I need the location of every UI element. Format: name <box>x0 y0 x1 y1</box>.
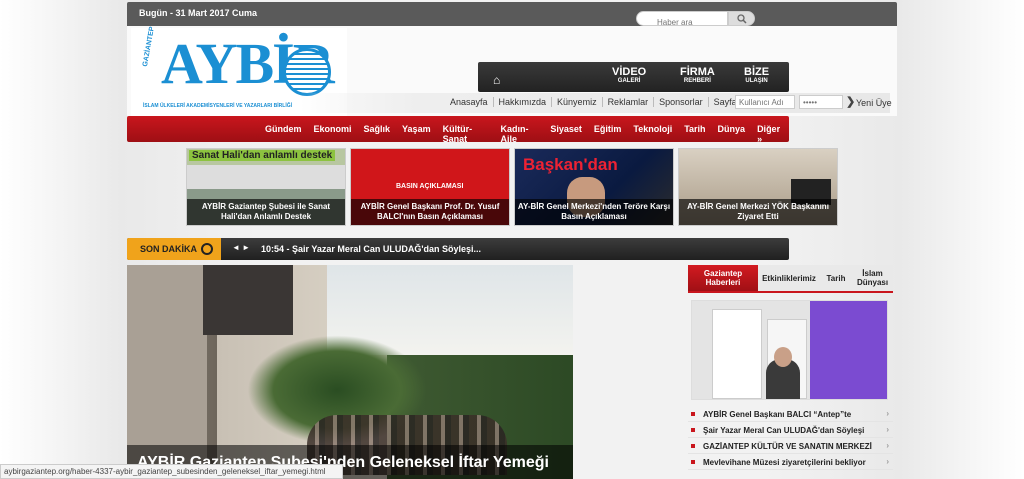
link-reklamlar[interactable]: Reklamlar <box>603 97 655 107</box>
featured-story-1[interactable]: Sanat Hali'dan anlamlı destek AYBİR Gazi… <box>186 148 346 226</box>
firm-guide-line2: REHBERİ <box>683 78 711 84</box>
home-icon[interactable]: ⌂ <box>493 73 500 87</box>
password-input[interactable] <box>799 95 843 109</box>
breaking-headline[interactable]: 10:54 - Şair Yazar Meral Can ULUDAĞ'dan … <box>261 244 481 254</box>
quick-nav: ⌂ VİDEO GALERİ FİRMA REHBERİ BİZE ULAŞIN <box>478 62 789 92</box>
main-photo-balcony <box>203 265 293 335</box>
cat-gundem[interactable]: Gündem <box>259 124 308 144</box>
tab-tarih[interactable]: Tarih <box>820 265 852 293</box>
featured-story-4[interactable]: AY-BİR Genel Merkezi YÖK Başkanını Ziyar… <box>678 148 838 226</box>
list-item[interactable]: GAZİANTEP KÜLTÜR VE SANATIN MERKEZİ › <box>688 438 893 454</box>
backdrop <box>810 301 887 399</box>
tab-gaziantep-haberleri[interactable]: Gaziantep Haberleri <box>688 265 758 293</box>
sidebar-tabs: Gaziantep Haberleri Etkinliklerimiz Tari… <box>688 265 893 293</box>
featured-3-header: Başkan'dan <box>523 155 618 174</box>
list-item-title: Mevlevihane Müzesi ziyaretçilerini bekli… <box>703 458 866 467</box>
current-date: Bugün - 31 Mart 2017 Cuma <box>139 8 258 18</box>
sidebar-news-list: AYBİR Genel Başkanı BALCI “Antep”te › Şai… <box>688 406 893 470</box>
featured-4-caption: AY-BİR Genel Merkezi YÖK Başkanını Ziyar… <box>679 199 837 225</box>
top-bar: Bugün - 31 Mart 2017 Cuma <box>127 2 897 26</box>
chevron-right-icon: › <box>886 457 889 466</box>
cat-kadin-aile[interactable]: Kadın-Aile <box>494 124 544 144</box>
new-user-link[interactable]: Yeni Üye <box>856 98 892 108</box>
featured-2-caption: AYBİR Genel Başkanı Prof. Dr. Yusuf BALC… <box>351 199 509 225</box>
chevron-right-icon: › <box>886 425 889 434</box>
cat-kultur-sanat[interactable]: Kültür-Sanat <box>437 124 495 144</box>
breaking-news-bar: SON DAKİKA ◄ ► 10:54 - Şair Yazar Meral … <box>127 238 789 260</box>
chevron-right-icon: › <box>886 441 889 450</box>
cat-yasam[interactable]: Yaşam <box>396 124 437 144</box>
video-gallery-line2: GALERİ <box>617 78 641 84</box>
clock-icon <box>201 243 213 255</box>
cat-siyaset[interactable]: Siyaset <box>544 124 588 144</box>
cat-teknoloji[interactable]: Teknoloji <box>627 124 678 144</box>
list-item[interactable]: AYBİR Genel Başkanı BALCI “Antep”te › <box>688 406 893 422</box>
video-gallery-link[interactable]: VİDEO GALERİ <box>612 67 646 85</box>
featured-2-header: BASIN AÇIKLAMASI <box>396 183 464 190</box>
list-item-title: Şair Yazar Meral Can ULUDAĞ'dan Söyleşi <box>703 426 865 435</box>
link-anasayfa[interactable]: Anasayfa <box>445 97 494 107</box>
main-story[interactable]: AYBİR Gaziantep Şubesi'nden Geleneksel İ… <box>127 265 573 479</box>
cat-egitim[interactable]: Eğitim <box>588 124 628 144</box>
login-button[interactable]: ❯ <box>846 95 855 108</box>
logo-city: GAZİANTEP <box>142 26 156 68</box>
list-item[interactable]: Mevlevihane Müzesi ziyaretçilerini bekli… <box>688 454 893 470</box>
breaking-nav-arrows[interactable]: ◄ ► <box>232 243 250 252</box>
featured-3-caption: AY-BİR Genel Merkezi'nden Teröre Karşı B… <box>515 199 673 225</box>
contact-link[interactable]: BİZE ULAŞIN <box>744 67 769 85</box>
tab-islam-dunyasi[interactable]: İslam Dünyası <box>852 265 893 293</box>
featured-story-3[interactable]: Başkan'dan AY-BİR Genel Merkezi'nden Ter… <box>514 148 674 226</box>
category-nav: Gündem Ekonomi Sağlık Yaşam Kültür-Sanat… <box>127 116 789 144</box>
chevron-right-icon: › <box>886 409 889 418</box>
featured-1-caption: AYBİR Gaziantep Şubesi ile Sanat Hali'da… <box>187 199 345 225</box>
cat-dunya[interactable]: Dünya <box>712 124 752 144</box>
top-links: Anasayfa Hakkımızda Künyemiz Reklamlar S… <box>445 97 752 107</box>
search-icon <box>737 14 747 24</box>
username-input[interactable] <box>735 95 795 109</box>
cat-diger[interactable]: Diğer » <box>751 124 789 144</box>
list-item-title: GAZİANTEP KÜLTÜR VE SANATIN MERKEZİ <box>703 442 872 451</box>
firm-guide-link[interactable]: FİRMA REHBERİ <box>680 67 715 85</box>
globe-icon <box>283 48 331 96</box>
search-button[interactable] <box>728 11 755 26</box>
banner-left <box>712 309 762 399</box>
featured-1-header: Sanat Hali'dan anlamlı destek <box>189 150 336 161</box>
featured-story-2[interactable]: BASIN AÇIKLAMASI AYBİR Genel Başkanı Pro… <box>350 148 510 226</box>
list-item-title: AYBİR Genel Başkanı BALCI “Antep”te <box>703 410 852 419</box>
tab-etkinliklerimiz[interactable]: Etkinliklerimiz <box>758 265 820 293</box>
browser-status-bar: aybirgaziantep.org/haber-4337-aybir_gazi… <box>0 464 343 479</box>
cat-ekonomi[interactable]: Ekonomi <box>308 124 358 144</box>
link-kunyemiz[interactable]: Künyemiz <box>552 97 603 107</box>
cat-saglik[interactable]: Sağlık <box>358 124 397 144</box>
link-sponsorlar[interactable]: Sponsorlar <box>654 97 709 107</box>
logo-subtitle: İSLAM ÜLKELERİ AKADEMİSYENLERİ VE YAZARL… <box>143 103 292 109</box>
list-item[interactable]: Şair Yazar Meral Can ULUDAĞ'dan Söyleşi › <box>688 422 893 438</box>
sidebar-story-image[interactable] <box>691 300 888 400</box>
link-hakkimizda[interactable]: Hakkımızda <box>494 97 553 107</box>
speaker-head <box>774 347 792 367</box>
search-box[interactable] <box>636 11 728 29</box>
cat-tarih[interactable]: Tarih <box>678 124 711 144</box>
contact-line2: ULAŞIN <box>745 78 768 84</box>
